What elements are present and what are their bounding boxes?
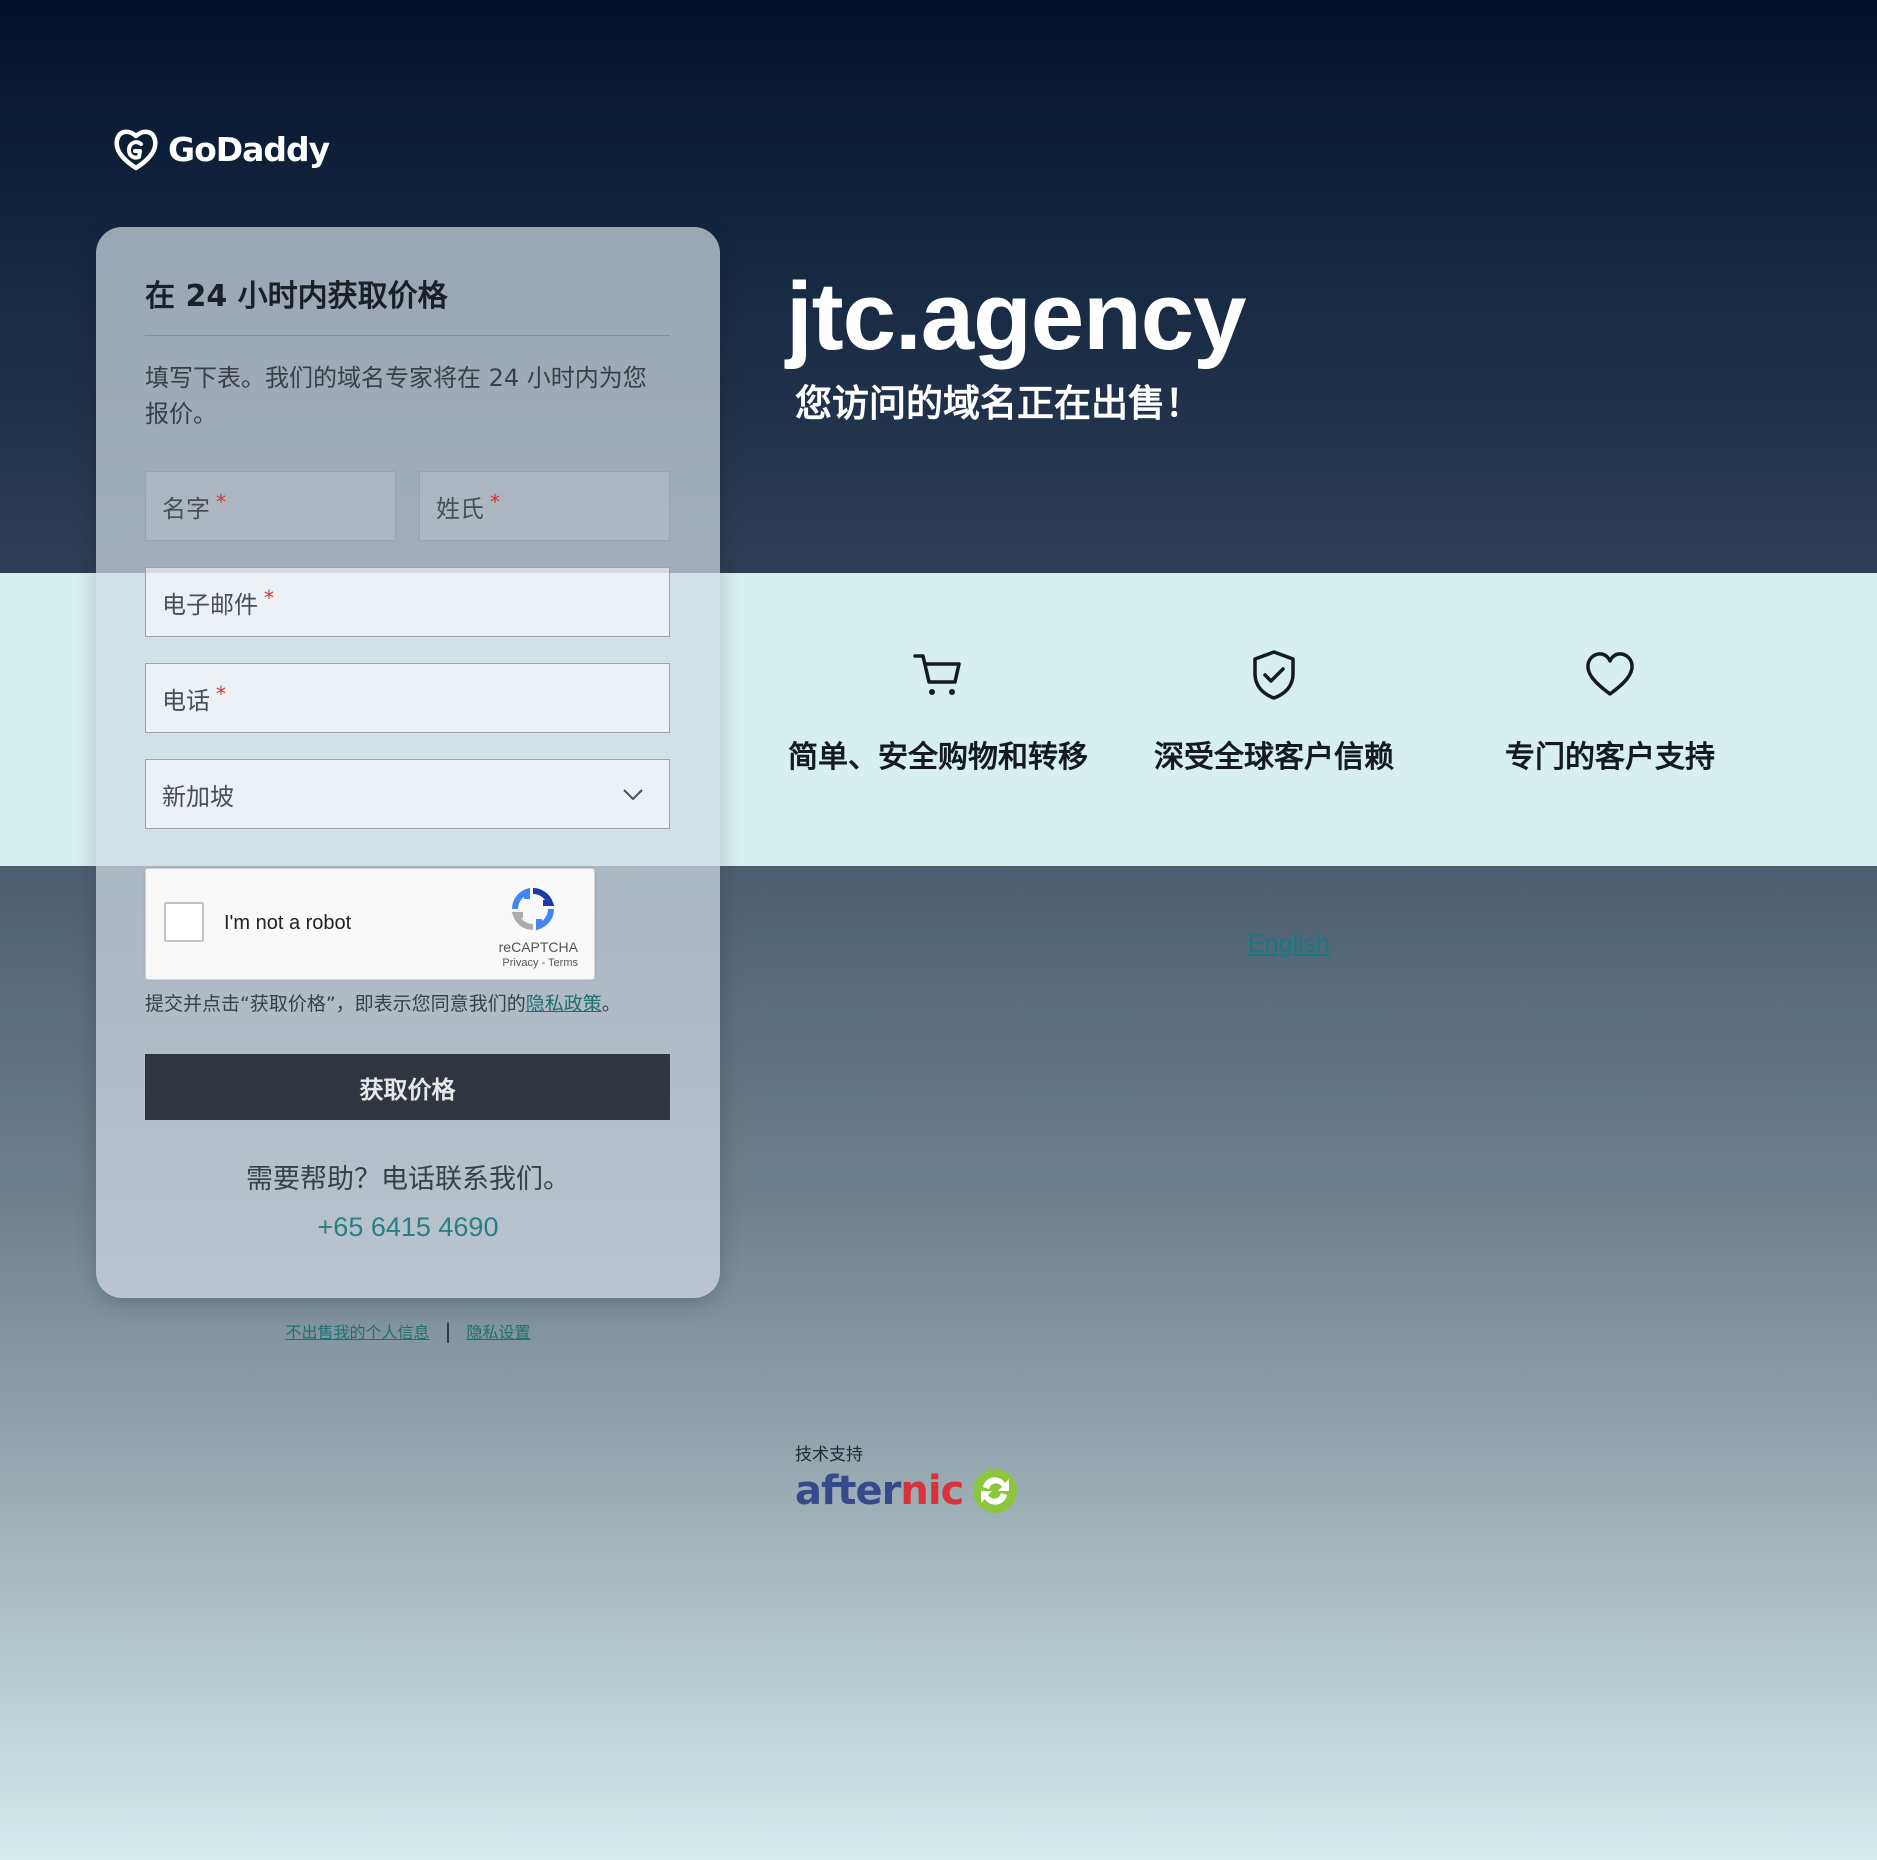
recaptcha-logo-icon	[509, 885, 557, 938]
afternic-part2: nic	[900, 1468, 964, 1514]
feature-item-support: 专门的客户支持	[1440, 648, 1780, 776]
help-text: 需要帮助？电话联系我们。	[246, 1164, 570, 1195]
first-name-placeholder: 名字	[162, 494, 210, 523]
get-price-button[interactable]: 获取价格	[145, 1054, 670, 1120]
form-divider	[145, 335, 670, 336]
price-request-card: 在 24 小时内获取价格 填写下表。我们的域名专家将在 24 小时内为您报价。 …	[96, 227, 720, 1298]
privacy-settings-link[interactable]: 隐私设置	[466, 1323, 530, 1342]
powered-by-afternic: 技术支持 afternic	[795, 1440, 1019, 1515]
form-description: 填写下表。我们的域名专家将在 24 小时内为您报价。	[145, 364, 647, 428]
afternic-logo[interactable]: afternic	[795, 1467, 1019, 1515]
required-marker: *	[216, 490, 226, 514]
afternic-arrows-logo-icon	[973, 1469, 1018, 1513]
last-name-field[interactable]: 姓氏 *	[419, 471, 670, 541]
do-not-sell-link[interactable]: 不出售我的个人信息	[286, 1323, 430, 1342]
feature-label: 简单、安全购物和转移	[788, 740, 1088, 775]
recaptcha-label: I'm not a robot	[224, 912, 352, 934]
recaptcha-terms-link[interactable]: Terms	[548, 957, 578, 969]
required-marker: *	[216, 682, 226, 706]
form-title: 在 24 小时内获取价格	[145, 279, 448, 314]
language-english-link[interactable]: English	[1248, 930, 1330, 959]
domain-for-sale-subtitle: 您访问的域名正在出售！	[795, 382, 1202, 425]
country-selected-value: 新加坡	[162, 782, 234, 811]
phone-field[interactable]: 电话 *	[145, 663, 670, 733]
recaptcha-widget: I'm not a robot reCAPTCHA Privacy - Term…	[145, 868, 595, 980]
recaptcha-links: Privacy - Terms	[502, 957, 578, 969]
email-placeholder: 电子邮件	[162, 590, 258, 619]
heart-icon	[1586, 652, 1634, 696]
feature-item-shopping: 简单、安全购物和转移	[768, 648, 1108, 776]
footer-separator: |	[444, 1319, 452, 1343]
recaptcha-link-separator: -	[538, 957, 549, 969]
consent-suffix: 。	[601, 993, 621, 1015]
feature-label: 深受全球客户信赖	[1154, 740, 1394, 775]
footer-links: 不出售我的个人信息 | 隐私设置	[96, 1319, 720, 1343]
last-name-placeholder: 姓氏	[436, 494, 484, 523]
help-phone-link[interactable]: +65 6415 4690	[96, 1212, 720, 1243]
domain-name: jtc.agency	[786, 263, 1247, 370]
afternic-wordmark: afternic	[795, 1468, 964, 1514]
shield-check-icon	[1253, 650, 1295, 700]
recaptcha-checkbox[interactable]	[164, 902, 204, 942]
required-marker: *	[490, 490, 500, 514]
consent-prefix: 提交并点击“获取价格”，即表示您同意我们的	[145, 993, 526, 1015]
feature-item-trust: 深受全球客户信赖	[1104, 648, 1444, 776]
first-name-field[interactable]: 名字 *	[145, 471, 396, 541]
recaptcha-brand: reCAPTCHA	[498, 939, 578, 955]
phone-placeholder: 电话	[162, 686, 210, 715]
powered-by-label: 技术支持	[795, 1445, 863, 1465]
godaddy-logo[interactable]: GoDaddy	[112, 126, 330, 172]
recaptcha-privacy-link[interactable]: Privacy	[502, 957, 538, 969]
required-marker: *	[264, 586, 274, 610]
chevron-down-icon	[621, 782, 645, 812]
shopping-cart-icon	[913, 654, 961, 695]
feature-label: 专门的客户支持	[1505, 740, 1715, 775]
consent-text: 提交并点击“获取价格”，即表示您同意我们的隐私政策。	[145, 989, 670, 1016]
email-field[interactable]: 电子邮件 *	[145, 567, 670, 637]
logo-text: GoDaddy	[168, 129, 330, 169]
country-select[interactable]: 新加坡	[145, 759, 670, 829]
privacy-policy-link[interactable]: 隐私政策	[526, 993, 602, 1015]
afternic-part1: after	[795, 1468, 901, 1514]
godaddy-heart-logo-icon	[112, 126, 160, 172]
